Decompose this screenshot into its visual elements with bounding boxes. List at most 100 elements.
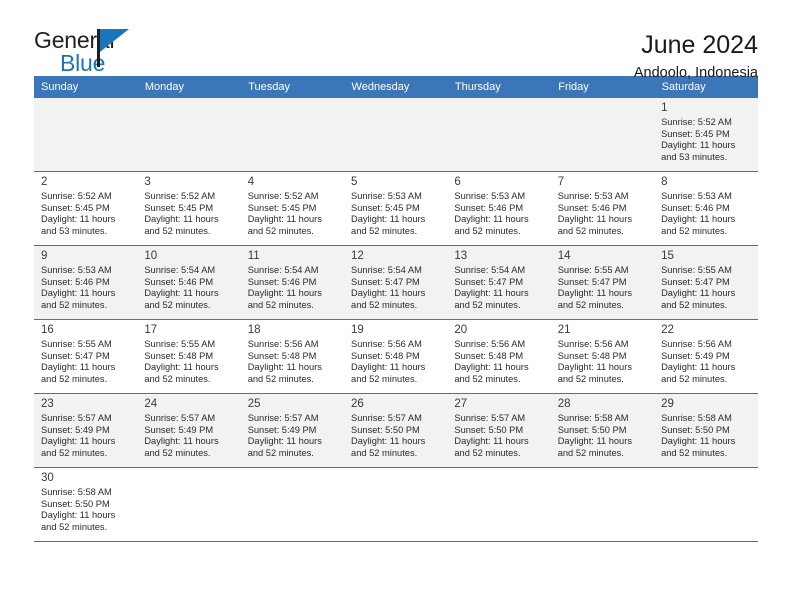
day-detail-line: Daylight: 11 hours — [557, 288, 632, 299]
day-detail-line: Daylight: 11 hours — [144, 362, 219, 373]
calendar-day-cell[interactable]: 22 Sunrise: 5:56 AM Sunset: 5:49 PM Dayligh… — [654, 319, 758, 394]
calendar-day-cell[interactable]: 7 Sunrise: 5:53 AM Sunset: 5:46 PM Daylight… — [550, 171, 655, 246]
calendar-day-cell[interactable]: 14 Sunrise: 5:55 AM Sunset: 5:47 PM Dayligh… — [550, 245, 655, 320]
day-detail-line: Sunrise: 5:56 AM — [351, 339, 422, 349]
calendar-day-cell[interactable]: 16 Sunrise: 5:55 AM Sunset: 5:47 PM Dayligh… — [34, 319, 138, 394]
day-detail-line: and 52 minutes. — [247, 447, 314, 458]
calendar-day-cell[interactable]: 30 Sunrise: 5:58 AM Sunset: 5:50 PM Dayligh… — [34, 467, 138, 542]
calendar-day-cell[interactable]: 20 Sunrise: 5:56 AM Sunset: 5:48 PM Dayligh… — [447, 319, 551, 394]
day-detail-line: Sunrise: 5:57 AM — [454, 413, 526, 423]
calendar-day-cell[interactable]: 2 Sunrise: 5:52 AM Sunset: 5:45 PM Daylight… — [34, 171, 138, 246]
day-detail-line: Daylight: 11 hours — [351, 436, 426, 447]
day-detail-line: Daylight: 11 hours — [144, 436, 219, 447]
weekday-header-wednesday: Wednesday — [344, 76, 448, 98]
calendar-week-row: 16 Sunrise: 5:55 AM Sunset: 5:47 PM Dayligh… — [34, 319, 758, 394]
day-number: 17 — [144, 324, 158, 336]
calendar-day-cell[interactable]: 18 Sunrise: 5:56 AM Sunset: 5:48 PM Dayligh… — [240, 319, 345, 394]
calendar-day-cell[interactable]: 4 Sunrise: 5:52 AM Sunset: 5:45 PM Daylight… — [240, 171, 345, 246]
calendar-day-cell[interactable]: 28 Sunrise: 5:58 AM Sunset: 5:50 PM Dayligh… — [550, 393, 655, 468]
day-detail-line: Sunrise: 5:57 AM — [351, 413, 422, 423]
day-detail-line: Daylight: 11 hours — [144, 214, 219, 225]
day-detail-line: and 52 minutes. — [557, 225, 624, 236]
calendar-day-cell[interactable]: 27 Sunrise: 5:57 AM Sunset: 5:50 PM Dayligh… — [447, 393, 551, 468]
day-detail-line: Sunset: 5:47 PM — [351, 276, 420, 287]
day-detail-line: and 52 minutes. — [661, 373, 728, 384]
day-detail-line: Sunrise: 5:57 AM — [247, 413, 319, 423]
day-number: 23 — [41, 398, 54, 410]
calendar-day-cell[interactable]: 6 Sunrise: 5:53 AM Sunset: 5:46 PM Daylight… — [447, 171, 551, 246]
day-detail-line: and 52 minutes. — [557, 447, 624, 458]
calendar-empty-cell — [447, 467, 551, 542]
calendar-day-cell[interactable]: 23 Sunrise: 5:57 AM Sunset: 5:49 PM Dayligh… — [34, 393, 138, 468]
calendar-page: General Blue June 2024 Andoolo, Indonesi… — [0, 0, 792, 612]
calendar-day-cell[interactable]: 12 Sunrise: 5:54 AM Sunset: 5:47 PM Dayligh… — [344, 245, 448, 320]
day-detail-line: Daylight: 11 hours — [247, 214, 322, 225]
day-detail-line: Sunset: 5:47 PM — [41, 350, 110, 361]
day-number: 1 — [661, 102, 668, 114]
day-detail-line: Sunrise: 5:55 AM — [557, 265, 629, 275]
day-detail-line: Sunrise: 5:55 AM — [144, 339, 216, 349]
day-number: 19 — [351, 324, 364, 336]
calendar-day-cell[interactable]: 1 Sunrise: 5:52 AM Sunset: 5:45 PM Daylight… — [654, 98, 758, 172]
day-detail-line: Sunrise: 5:53 AM — [454, 191, 526, 201]
day-detail-line: Sunrise: 5:56 AM — [454, 339, 526, 349]
day-detail-line: Daylight: 11 hours — [661, 362, 736, 373]
day-detail-line: Sunset: 5:49 PM — [41, 424, 110, 435]
day-detail-line: Daylight: 11 hours — [454, 288, 529, 299]
day-detail-line: Sunset: 5:45 PM — [41, 202, 110, 213]
day-number: 26 — [351, 398, 364, 410]
day-detail-line: and 53 minutes. — [41, 225, 108, 236]
day-detail-line: Daylight: 11 hours — [454, 436, 529, 447]
calendar-day-cell[interactable]: 11 Sunrise: 5:54 AM Sunset: 5:46 PM Dayligh… — [240, 245, 345, 320]
day-detail-line: Daylight: 11 hours — [557, 362, 632, 373]
day-detail-line: Daylight: 11 hours — [661, 214, 736, 225]
day-detail-line: Daylight: 11 hours — [557, 214, 632, 225]
calendar-day-cell[interactable]: 5 Sunrise: 5:53 AM Sunset: 5:45 PM Daylight… — [344, 171, 448, 246]
day-detail-line: and 52 minutes. — [454, 299, 521, 310]
calendar-week-row: 23 Sunrise: 5:57 AM Sunset: 5:49 PM Dayligh… — [34, 393, 758, 468]
day-number: 10 — [144, 250, 158, 262]
calendar-day-cell[interactable]: 19 Sunrise: 5:56 AM Sunset: 5:48 PM Dayligh… — [344, 319, 448, 394]
day-detail-line: Sunrise: 5:52 AM — [247, 191, 319, 201]
calendar-day-cell[interactable]: 17 Sunrise: 5:55 AM Sunset: 5:48 PM Dayligh… — [137, 319, 241, 394]
day-detail-line: Sunset: 5:46 PM — [557, 202, 627, 213]
day-detail-line: Sunset: 5:45 PM — [351, 202, 420, 213]
day-number: 5 — [351, 176, 358, 188]
day-detail-line: and 52 minutes. — [144, 447, 211, 458]
calendar-day-cell[interactable]: 24 Sunrise: 5:57 AM Sunset: 5:49 PM Dayligh… — [137, 393, 241, 468]
calendar-day-cell[interactable]: 3 Sunrise: 5:52 AM Sunset: 5:45 PM Daylight… — [137, 171, 241, 246]
calendar-day-cell[interactable]: 13 Sunrise: 5:54 AM Sunset: 5:47 PM Dayligh… — [447, 245, 551, 320]
day-detail-line: and 52 minutes. — [41, 521, 108, 532]
calendar-day-cell[interactable]: 26 Sunrise: 5:57 AM Sunset: 5:50 PM Dayligh… — [344, 393, 448, 468]
day-detail-line: Sunset: 5:47 PM — [557, 276, 627, 287]
calendar-empty-cell — [34, 98, 138, 172]
day-detail-line: Sunrise: 5:58 AM — [557, 413, 629, 423]
day-detail-line: Daylight: 11 hours — [557, 436, 632, 447]
calendar-day-cell[interactable]: 25 Sunrise: 5:57 AM Sunset: 5:49 PM Dayligh… — [240, 393, 345, 468]
day-number: 3 — [144, 176, 151, 188]
calendar-week-row: 9 Sunrise: 5:53 AM Sunset: 5:46 PM Daylight… — [34, 245, 758, 320]
day-detail-line: Sunrise: 5:58 AM — [661, 413, 732, 423]
day-number: 18 — [247, 324, 261, 336]
calendar-day-cell[interactable]: 15 Sunrise: 5:55 AM Sunset: 5:47 PM Dayligh… — [654, 245, 758, 320]
day-detail-line: Sunset: 5:46 PM — [661, 202, 730, 213]
day-detail-line: Sunset: 5:50 PM — [41, 498, 110, 509]
day-detail-line: Sunset: 5:50 PM — [351, 424, 420, 435]
calendar-day-cell[interactable]: 21 Sunrise: 5:56 AM Sunset: 5:48 PM Dayligh… — [550, 319, 655, 394]
general-blue-logo[interactable]: General Blue — [34, 28, 154, 75]
calendar-day-cell[interactable]: 10 Sunrise: 5:54 AM Sunset: 5:46 PM Dayligh… — [137, 245, 241, 320]
day-detail-line: Sunrise: 5:52 AM — [41, 191, 112, 201]
calendar-day-cell[interactable]: 9 Sunrise: 5:53 AM Sunset: 5:46 PM Daylight… — [34, 245, 138, 320]
day-detail-line: Sunset: 5:45 PM — [144, 202, 214, 213]
day-detail-line: and 52 minutes. — [247, 373, 314, 384]
day-detail-line: Sunrise: 5:55 AM — [41, 339, 112, 349]
day-detail-line: Sunrise: 5:54 AM — [454, 265, 526, 275]
day-detail-line: and 52 minutes. — [661, 225, 728, 236]
day-number: 24 — [144, 398, 158, 410]
calendar-day-cell[interactable]: 29 Sunrise: 5:58 AM Sunset: 5:50 PM Dayligh… — [654, 393, 758, 468]
calendar-day-cell[interactable]: 8 Sunrise: 5:53 AM Sunset: 5:46 PM Daylight… — [654, 171, 758, 246]
title-block: June 2024 Andoolo, Indonesia — [634, 28, 758, 84]
day-detail-line: Sunset: 5:48 PM — [247, 350, 317, 361]
day-detail-line: Daylight: 11 hours — [41, 510, 116, 521]
day-detail-line: and 52 minutes. — [144, 373, 211, 384]
